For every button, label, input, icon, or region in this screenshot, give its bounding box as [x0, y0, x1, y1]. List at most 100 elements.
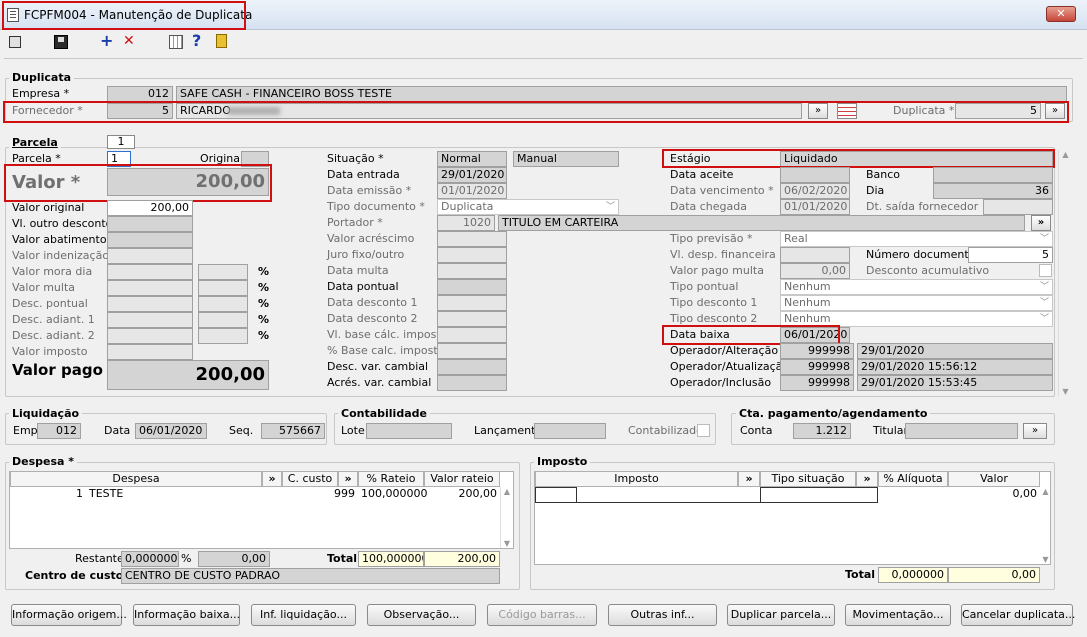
save-icon[interactable] [54, 35, 68, 49]
calculator-icon[interactable] [169, 35, 183, 49]
col-ccusto-search[interactable]: » [338, 471, 358, 487]
desc-pontual-field[interactable] [107, 296, 193, 312]
data-multa-field[interactable] [437, 263, 507, 279]
valor-multa-pct[interactable] [198, 280, 248, 296]
banco-field[interactable] [933, 167, 1053, 183]
despesa-scrollbar[interactable]: ▲ ▼ [500, 487, 513, 548]
dt-saida-field[interactable] [983, 199, 1053, 215]
numero-documento-field[interactable]: 5 [968, 247, 1053, 263]
col-aliquota[interactable]: % Alíquota [878, 471, 948, 487]
pct-base-calc-label: % Base calc. imposto [327, 344, 445, 357]
valor-mora-dia-field[interactable] [107, 264, 193, 280]
codigo-barras-button[interactable]: Código barras... [487, 604, 597, 626]
despesa-row-num[interactable]: 1 [10, 487, 86, 503]
restante-label: Restante [75, 552, 124, 565]
imposto-scrollbar[interactable]: ▲ ▼ [1040, 487, 1051, 564]
data-emissao-label: Data emissão * [327, 184, 412, 197]
exit-icon[interactable] [9, 36, 21, 48]
imposto-row-cell-1[interactable] [535, 487, 577, 503]
desconto-acumulativo-checkbox[interactable] [1039, 264, 1052, 277]
tipo-desconto-2-label: Tipo desconto 2 [670, 312, 758, 325]
parcela-tab[interactable]: 1 [107, 135, 135, 149]
desc-adiant-1-pct[interactable] [198, 312, 248, 328]
restante-pct-symbol: % [181, 552, 192, 565]
col-imposto-valor[interactable]: Valor [948, 471, 1040, 487]
cancelar-duplicata-button[interactable]: Cancelar duplicata... [961, 604, 1075, 626]
empresa-label: Empresa * [12, 87, 70, 100]
door-icon[interactable] [216, 34, 227, 48]
col-imposto-search[interactable]: » [738, 471, 760, 487]
observacao-button[interactable]: Observação... [367, 604, 476, 626]
contabilizado-checkbox[interactable] [697, 424, 710, 437]
despesa-row-desc[interactable]: TESTE [86, 487, 282, 503]
valor-imposto-field[interactable] [107, 344, 193, 360]
tipo-pontual-value: Nenhum [784, 280, 831, 293]
tipo-documento-dropdown[interactable]: Duplicata ﹀ [437, 199, 619, 215]
desc-adiant-2-field[interactable] [107, 328, 193, 344]
valor-pago-multa-field[interactable]: 0,00 [780, 263, 850, 279]
desc-adiant-1-field[interactable] [107, 312, 193, 328]
scrollbar-vertical[interactable]: ▲ ▼ [1058, 150, 1072, 396]
outras-inf-button[interactable]: Outras inf... [608, 604, 717, 626]
data-chegada-field[interactable]: 01/01/2020 [780, 199, 850, 215]
pct-label-2: % [258, 281, 270, 294]
data-desconto-1-field[interactable] [437, 295, 507, 311]
vl-outro-desconto-field[interactable] [107, 216, 193, 232]
portador-code[interactable]: 1020 [437, 215, 495, 231]
vl-desp-fin-field[interactable] [780, 247, 850, 263]
portador-label: Portador * [327, 216, 383, 229]
despesa-row-rateio[interactable]: 100,000000 [358, 487, 427, 503]
valor-acrescimo-field[interactable] [437, 231, 507, 247]
tipo-pontual-dropdown[interactable]: Nenhum ﹀ [780, 279, 1053, 295]
imposto-row-cell-3[interactable] [760, 487, 878, 503]
valor-mora-dia-pct[interactable] [198, 264, 248, 280]
data-desconto-1-label: Data desconto 1 [327, 296, 418, 309]
movimentacao-button[interactable]: Movimentação... [845, 604, 951, 626]
data-emissao-field[interactable]: 01/01/2020 [437, 183, 507, 199]
col-tipo-search[interactable]: » [856, 471, 878, 487]
valor-indenizacao-field[interactable] [107, 248, 193, 264]
data-entrada-field[interactable]: 29/01/2020 [437, 167, 507, 183]
col-despesa[interactable]: Despesa [10, 471, 262, 487]
desc-adiant-2-pct[interactable] [198, 328, 248, 344]
liquidacao-title: Liquidação [9, 407, 83, 421]
close-button[interactable]: ✕ [1046, 6, 1076, 22]
col-tipo-situacao[interactable]: Tipo situação [760, 471, 856, 487]
vl-base-calc-field[interactable] [437, 327, 507, 343]
inf-liquidacao-button[interactable]: Inf. liquidação... [251, 604, 356, 626]
imposto-row-cell-2[interactable] [577, 487, 760, 503]
col-valor-rateio[interactable]: Valor rateio [424, 471, 500, 487]
op-atualizacao-code: 999998 [780, 359, 854, 375]
acres-var-cambial-field[interactable] [437, 375, 507, 391]
despesa-row-ccusto[interactable]: 999 [282, 487, 358, 503]
col-rateio[interactable]: % Rateio [358, 471, 424, 487]
informacao-baixa-button[interactable]: Informação baixa... [133, 604, 240, 626]
col-imposto[interactable]: Imposto [535, 471, 738, 487]
data-desconto-2-field[interactable] [437, 311, 507, 327]
help-icon[interactable]: ? [192, 31, 201, 50]
col-despesa-search[interactable]: » [262, 471, 282, 487]
add-icon[interactable]: + [100, 31, 113, 50]
titular-search-button[interactable]: » [1023, 423, 1047, 439]
pct-base-calc-field[interactable] [437, 343, 507, 359]
desc-pontual-pct[interactable] [198, 296, 248, 312]
desc-var-cambial-field[interactable] [437, 359, 507, 375]
valor-multa-field[interactable] [107, 280, 193, 296]
portador-search-button[interactable]: » [1031, 215, 1051, 231]
data-aceite-field[interactable] [780, 167, 850, 183]
delete-icon[interactable]: ✕ [123, 33, 135, 49]
col-ccusto[interactable]: C. custo [282, 471, 338, 487]
tipo-desconto-1-dropdown[interactable]: Nenhum ﹀ [780, 295, 1053, 311]
informacao-origem-button[interactable]: Informação origem... [11, 604, 127, 626]
valor-original-field[interactable]: 200,00 [107, 200, 193, 216]
data-pontual-field[interactable] [437, 279, 507, 295]
duplicar-parcela-button[interactable]: Duplicar parcela... [727, 604, 835, 626]
juro-fixo-field[interactable] [437, 247, 507, 263]
imposto-row-valor[interactable]: 0,00 [948, 487, 1040, 503]
tipo-previsao-dropdown[interactable]: Real ﹀ [780, 231, 1053, 247]
portador-name: TITULO EM CARTEIRA [498, 215, 1025, 231]
empresa-code[interactable]: 012 [107, 86, 173, 102]
valor-abatimento-field[interactable] [107, 232, 193, 248]
despesa-row-valor[interactable]: 200,00 [424, 487, 500, 503]
data-vencimento-field[interactable]: 06/02/2020 [780, 183, 850, 199]
